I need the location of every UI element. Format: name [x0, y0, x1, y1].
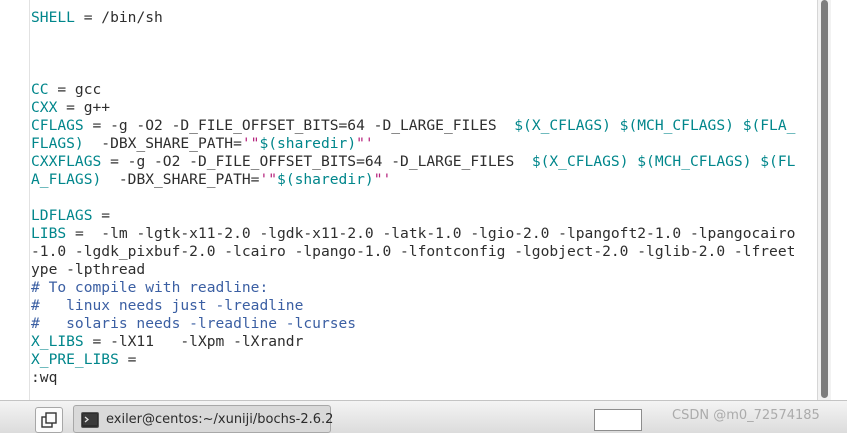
code-token: -DBX_SHARE_PATH= [83, 135, 242, 152]
code-token: FLAGS) [31, 135, 84, 152]
code-token: CXXFLAGS [31, 153, 102, 170]
makefile-text[interactable]: SHELL = /bin/sh CC = gcc CXX = g++ CFLAGS … [31, 9, 795, 387]
terminal-icon [81, 412, 99, 428]
code-token: SHELL [31, 9, 75, 26]
code-token: "' [373, 171, 392, 188]
code-token: = -g -O2 -D_FILE_OFFSET_BITS=64 -D_LARGE… [101, 153, 532, 170]
code-line: ype -lpthread [31, 261, 795, 279]
scrollbar-thumb[interactable] [821, 0, 828, 398]
code-line: CXXFLAGS = -g -O2 -D_FILE_OFFSET_BITS=64… [31, 153, 795, 171]
code-line: LIBS = -lm -lgtk-x11-2.0 -lgdk-x11-2.0 -… [31, 225, 795, 243]
workspace-switcher[interactable] [594, 409, 642, 431]
code-token: = g++ [57, 99, 111, 116]
code-token: "' [356, 135, 374, 152]
code-token: = gcc [48, 81, 102, 98]
code-token: = [118, 351, 137, 368]
code-token: $(X_CFLAGS) $(MCH_CFLAGS) $(FLA_ [514, 117, 796, 134]
code-token: A_FLAGS) [31, 171, 102, 188]
code-line: SHELL = /bin/sh [31, 9, 795, 27]
editor-left-margin [0, 0, 30, 400]
code-token: $(X_CFLAGS) $(MCH_CFLAGS) $(FL [531, 153, 796, 170]
window-right-edge [831, 0, 847, 400]
code-token: # solaris needs -lreadline -lcurses [31, 315, 357, 332]
code-line: FLAGS) -DBX_SHARE_PATH='"$(sharedir)"' [31, 135, 795, 153]
code-token: ype -lpthread [31, 261, 146, 278]
code-token: = -g -O2 -D_FILE_OFFSET_BITS=64 -D_LARGE… [83, 117, 515, 134]
code-token: = [92, 207, 111, 224]
code-line: A_FLAGS) -DBX_SHARE_PATH='"$(sharedir)"' [31, 171, 795, 189]
code-token: X_LIBS [31, 333, 84, 350]
code-token: '" [241, 135, 260, 152]
code-line: -1.0 -lgdk_pixbuf-2.0 -lcairo -lpango-1.… [31, 243, 795, 261]
code-line: X_LIBS = -lX11 -lXpm -lXrandr [31, 333, 795, 351]
code-token: # linux needs just -lreadline [31, 297, 304, 314]
terminal-editor[interactable]: SHELL = /bin/sh CC = gcc CXX = g++ CFLAGS … [0, 0, 817, 400]
code-line: CC = gcc [31, 81, 795, 99]
show-desktop-button[interactable] [35, 407, 63, 433]
code-line: X_PRE_LIBS = [31, 351, 795, 369]
code-token: X_PRE_LIBS [31, 351, 119, 368]
code-token: CXX [31, 99, 58, 116]
code-token: LDFLAGS [31, 207, 93, 224]
taskbar-window-button[interactable]: exiler@centos:~/xuniji/bochs-2.6.2 [73, 405, 334, 433]
code-token: LIBS [31, 225, 67, 242]
watermark: CSDN @m0_72574185 [672, 408, 820, 423]
code-line: :wq [31, 369, 795, 387]
code-token: -1.0 -lgdk_pixbuf-2.0 -lcairo -lpango-1.… [31, 243, 796, 260]
code-token: $(sharedir) [259, 135, 357, 152]
code-token: '" [259, 171, 278, 188]
code-line: LDFLAGS = [31, 207, 795, 225]
code-line: # To compile with readline: [31, 279, 795, 297]
vertical-scrollbar[interactable] [817, 0, 831, 400]
code-token: -DBX_SHARE_PATH= [101, 171, 260, 188]
code-token: :wq [31, 369, 58, 386]
taskbar: exiler@centos:~/xuniji/bochs-2.6.2 CSDN … [0, 400, 847, 433]
code-line: CXX = g++ [31, 99, 795, 117]
code-token: = /bin/sh [74, 9, 163, 26]
code-token: $(sharedir) [277, 171, 374, 188]
show-desktop-icon [41, 412, 57, 428]
code-token: = -lX11 -lXpm -lXrandr [83, 333, 304, 350]
code-token: CFLAGS [31, 117, 84, 134]
code-line: # solaris needs -lreadline -lcurses [31, 315, 795, 333]
code-line: # linux needs just -lreadline [31, 297, 795, 315]
code-token: = -lm -lgtk-x11-2.0 -lgdk-x11-2.0 -latk-… [66, 225, 796, 242]
taskbar-window-title: exiler@centos:~/xuniji/bochs-2.6.2 [106, 412, 334, 427]
code-line: CFLAGS = -g -O2 -D_FILE_OFFSET_BITS=64 -… [31, 117, 795, 135]
code-token: CC [31, 81, 49, 98]
code-token: # To compile with readline: [31, 279, 269, 296]
